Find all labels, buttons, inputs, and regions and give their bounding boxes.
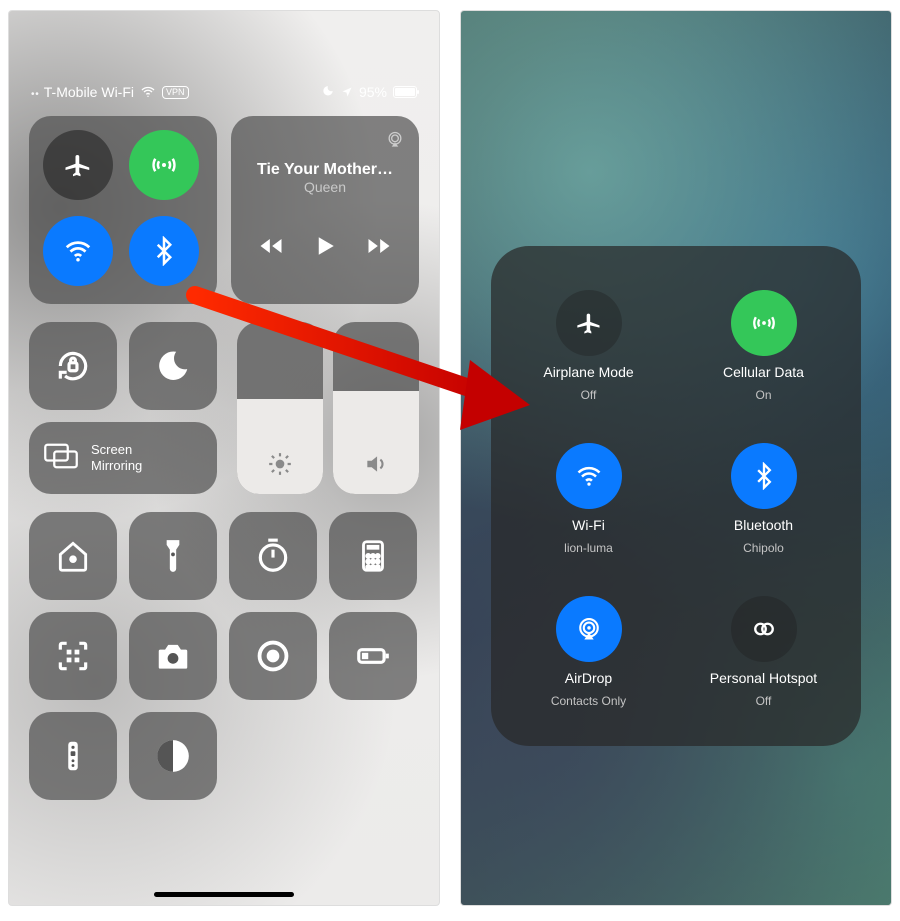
connectivity-expanded-panel: Airplane Mode Off Cellular Data On Wi-Fi… xyxy=(491,246,861,746)
tv-remote-button[interactable] xyxy=(29,712,117,800)
calculator-button[interactable] xyxy=(329,512,417,600)
control-center-body: Tie Your Mother… Queen Screen Mirroring xyxy=(29,116,419,895)
track-title: Tie Your Mother… xyxy=(245,161,405,179)
screenshot-connectivity-expanded: Airplane Mode Off Cellular Data On Wi-Fi… xyxy=(460,10,892,906)
timer-button[interactable] xyxy=(229,512,317,600)
connectivity-group[interactable] xyxy=(29,116,217,304)
wifi-toggle-large[interactable] xyxy=(556,443,622,509)
wifi-toggle[interactable] xyxy=(43,216,113,286)
qr-scan-button[interactable] xyxy=(29,612,117,700)
airplane-mode-status: Off xyxy=(581,388,597,402)
home-indicator[interactable] xyxy=(154,892,294,897)
bluetooth-item[interactable]: Bluetooth Chipolo xyxy=(676,427,851,572)
wifi-item[interactable]: Wi-Fi lion-luma xyxy=(501,427,676,572)
focus-status-icon xyxy=(321,85,335,99)
do-not-disturb-toggle[interactable] xyxy=(129,322,217,410)
low-power-button[interactable] xyxy=(329,612,417,700)
cellular-toggle-large[interactable] xyxy=(731,290,797,356)
status-bar: T-Mobile Wi-Fi VPN 95% xyxy=(9,11,439,106)
bluetooth-label: Bluetooth xyxy=(734,517,793,533)
home-button[interactable] xyxy=(29,512,117,600)
airdrop-label: AirDrop xyxy=(565,670,612,686)
airplane-mode-item[interactable]: Airplane Mode Off xyxy=(501,274,676,419)
location-status-icon xyxy=(341,86,353,98)
cellular-toggle[interactable] xyxy=(129,130,199,200)
cellular-label: Cellular Data xyxy=(723,364,804,380)
cellular-item[interactable]: Cellular Data On xyxy=(676,274,851,419)
hotspot-toggle-large[interactable] xyxy=(731,596,797,662)
orientation-lock-toggle[interactable] xyxy=(29,322,117,410)
hotspot-label: Personal Hotspot xyxy=(710,670,817,686)
bluetooth-status: Chipolo xyxy=(743,541,784,555)
screen-mirroring-label: Screen Mirroring xyxy=(91,442,142,474)
track-artist: Queen xyxy=(245,179,405,195)
wifi-label: Wi-Fi xyxy=(572,517,605,533)
airplane-mode-toggle-large[interactable] xyxy=(556,290,622,356)
media-controls[interactable]: Tie Your Mother… Queen xyxy=(231,116,419,304)
bluetooth-toggle[interactable] xyxy=(129,216,199,286)
sun-icon xyxy=(267,451,293,482)
status-right: 95% xyxy=(321,84,417,100)
wifi-status: lion-luma xyxy=(564,541,613,555)
airplay-icon[interactable] xyxy=(385,130,405,155)
accessibility-button[interactable] xyxy=(129,712,217,800)
signal-icon xyxy=(31,84,38,100)
wifi-status-icon xyxy=(140,84,156,100)
screen-mirroring-icon xyxy=(43,442,79,475)
hotspot-status: Off xyxy=(756,694,772,708)
screen-record-button[interactable] xyxy=(229,612,317,700)
camera-button[interactable] xyxy=(129,612,217,700)
forward-button[interactable] xyxy=(365,232,393,265)
battery-percent: 95% xyxy=(359,84,387,100)
hotspot-item[interactable]: Personal Hotspot Off xyxy=(676,579,851,724)
play-button[interactable] xyxy=(310,231,340,266)
brightness-slider[interactable] xyxy=(237,322,323,494)
carrier-label: T-Mobile Wi-Fi xyxy=(44,84,134,100)
battery-icon xyxy=(393,86,417,98)
airdrop-item[interactable]: AirDrop Contacts Only xyxy=(501,579,676,724)
status-left: T-Mobile Wi-Fi VPN xyxy=(31,84,189,100)
airplane-toggle[interactable] xyxy=(43,130,113,200)
bluetooth-toggle-large[interactable] xyxy=(731,443,797,509)
vpn-badge: VPN xyxy=(162,86,189,99)
airdrop-status: Contacts Only xyxy=(551,694,626,708)
speaker-icon xyxy=(363,451,389,482)
screen-mirroring-button[interactable]: Screen Mirroring xyxy=(29,422,217,494)
cellular-status: On xyxy=(755,388,771,402)
rewind-button[interactable] xyxy=(257,232,285,265)
volume-slider[interactable] xyxy=(333,322,419,494)
airplane-mode-label: Airplane Mode xyxy=(543,364,633,380)
screenshot-control-center: T-Mobile Wi-Fi VPN 95% xyxy=(8,10,440,906)
airdrop-toggle-large[interactable] xyxy=(556,596,622,662)
flashlight-button[interactable] xyxy=(129,512,217,600)
